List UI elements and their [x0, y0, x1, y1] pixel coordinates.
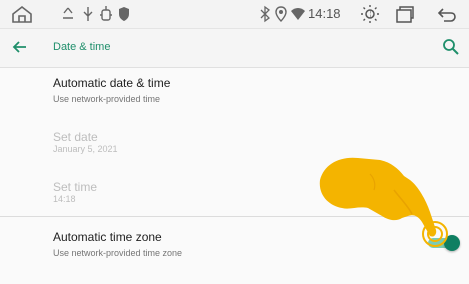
brightness-icon[interactable]: [358, 4, 382, 24]
back-arrow-icon[interactable]: [10, 37, 30, 57]
setting-title: Automatic time zone: [53, 230, 162, 244]
shield-icon: [119, 7, 129, 21]
setting-title: Set date: [53, 130, 98, 144]
bluetooth-icon: [260, 5, 270, 23]
setting-subtitle: January 5, 2021: [53, 144, 118, 154]
setting-subtitle: 14:18: [53, 194, 76, 204]
notification-icon-1: [63, 7, 73, 19]
setting-automatic-date-time[interactable]: Automatic date & time Use network-provid…: [0, 70, 469, 118]
setting-title: Set time: [53, 180, 98, 194]
setting-title: Automatic date & time: [53, 76, 171, 90]
page-title: Date & time: [53, 41, 111, 53]
setting-subtitle: Use network-provided time zone: [53, 248, 183, 258]
recent-apps-icon[interactable]: [394, 4, 416, 24]
usb-icon: [83, 7, 93, 21]
pointing-hand-icon: [319, 157, 448, 247]
wifi-icon: [291, 8, 305, 20]
location-icon: [275, 6, 287, 22]
search-icon[interactable]: [441, 37, 461, 57]
status-time: 14:18: [308, 6, 341, 21]
android-debug-icon: [100, 6, 112, 21]
home-icon[interactable]: [10, 4, 34, 24]
app-bar: Date & time: [0, 29, 469, 68]
setting-subtitle: Use network-provided time: [53, 94, 161, 104]
back-icon[interactable]: [436, 4, 458, 24]
status-bar: 14:18: [0, 0, 469, 29]
